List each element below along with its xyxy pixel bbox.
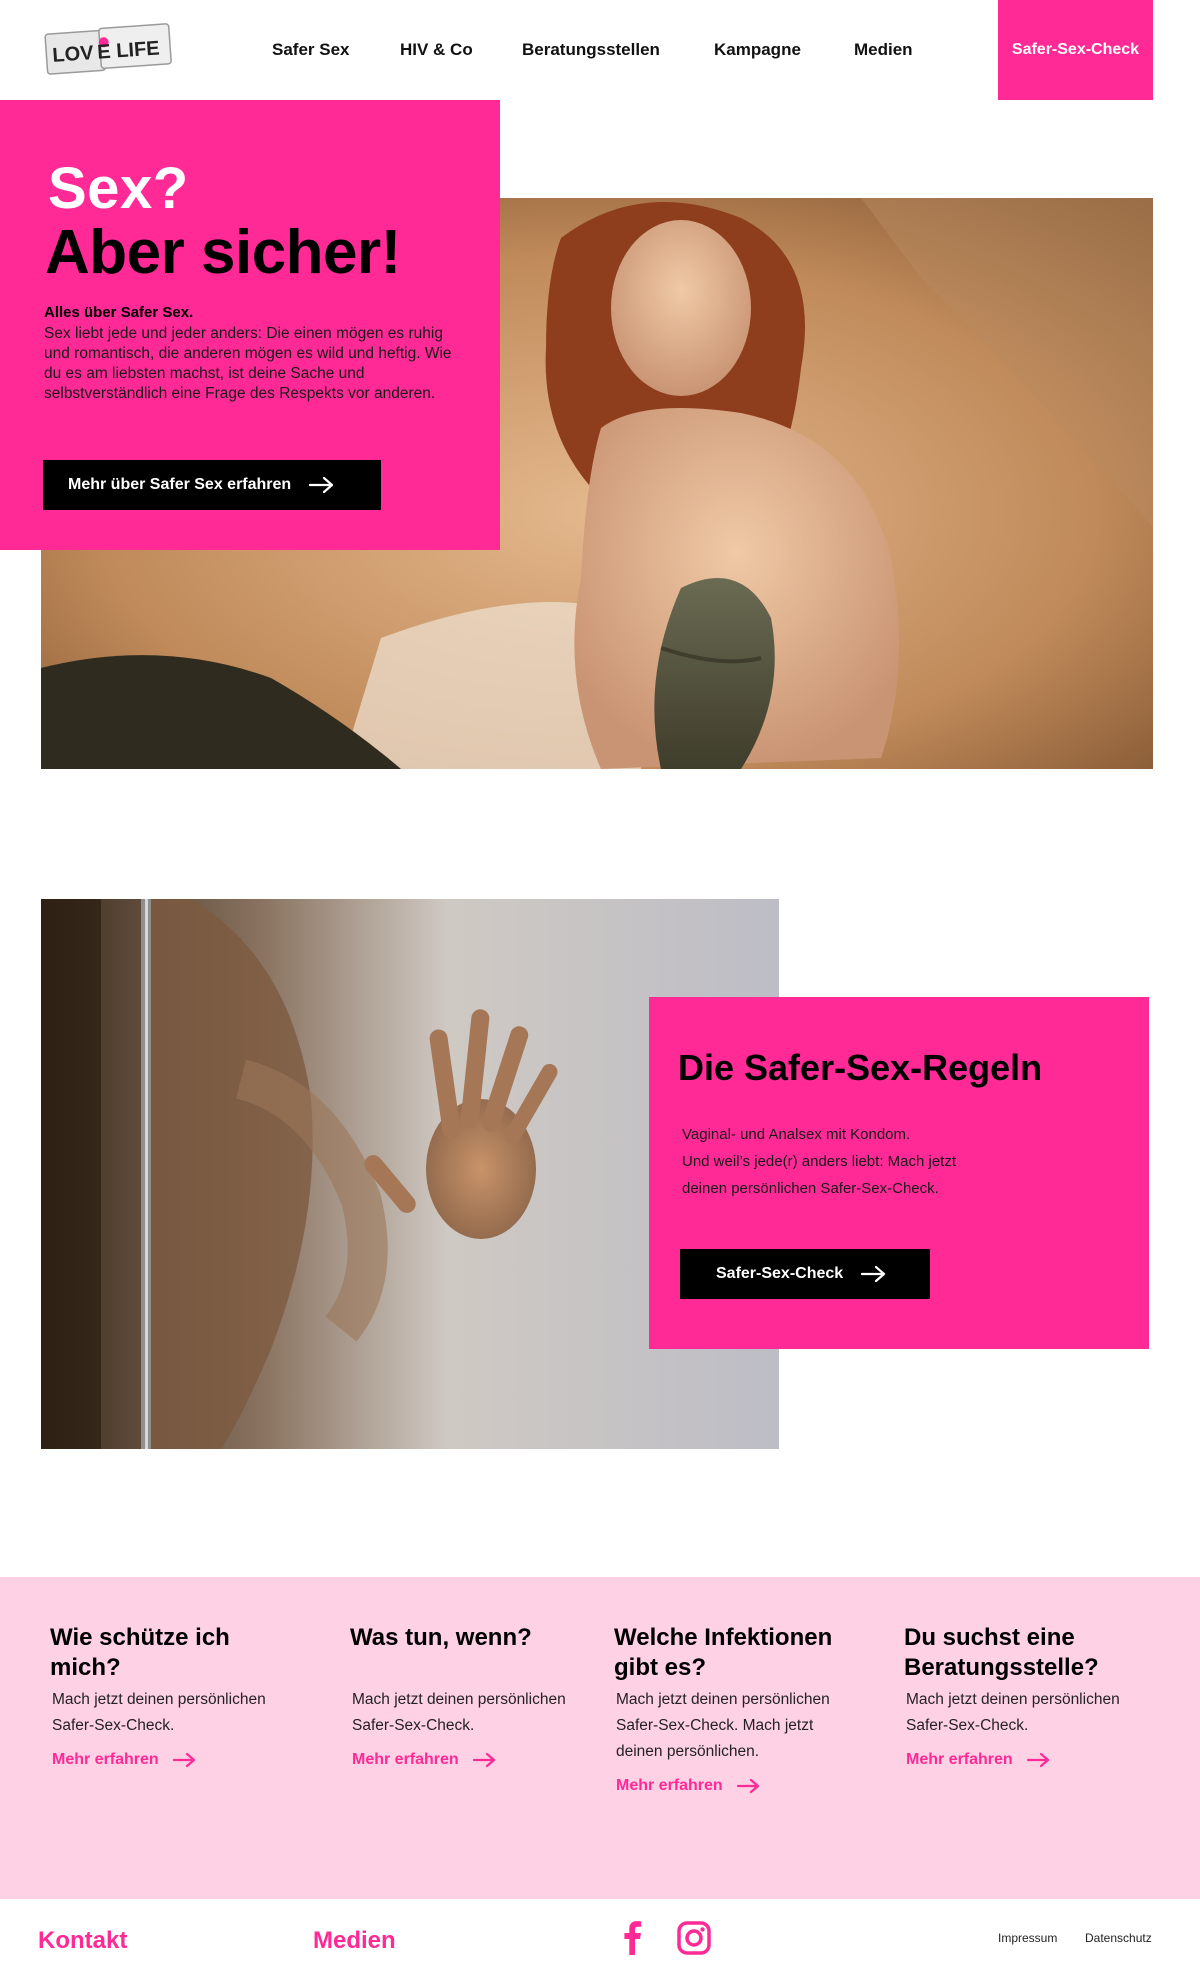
nav-beratungsstellen[interactable]: Beratungsstellen	[522, 40, 660, 60]
info-text: Mach jetzt deinen persönlichen Safer-Sex…	[352, 1691, 566, 1734]
link-label: Mehr erfahren	[52, 1751, 159, 1768]
arrow-right-icon	[472, 1752, 497, 1768]
link-label: Mehr erfahren	[352, 1751, 459, 1768]
hero-card: Sex? Aber sicher! Alles über Safer Sex. …	[0, 100, 500, 550]
info-text: Mach jetzt deinen persönlichen Safer-Sex…	[616, 1691, 830, 1760]
info-text: Mach jetzt deinen persönlichen Safer-Sex…	[52, 1691, 266, 1734]
mehr-erfahren-link[interactable]: Mehr erfahren	[50, 1751, 295, 1769]
safer-sex-check-nav-button[interactable]: Safer-Sex-Check	[998, 0, 1153, 100]
arrow-right-icon	[736, 1778, 761, 1794]
arrow-right-icon	[1026, 1752, 1051, 1768]
arrow-right-icon	[309, 476, 335, 494]
instagram-icon[interactable]	[676, 1919, 712, 1957]
info-text: Mach jetzt deinen persönlichen Safer-Sex…	[906, 1691, 1120, 1734]
link-label: Mehr erfahren	[616, 1777, 723, 1794]
site-header: LOV E LIFE Safer Sex HIV & Co Beratungss…	[0, 0, 1200, 100]
button-label: Safer-Sex-Check	[716, 1265, 844, 1282]
hero-body-text: Sex liebt jede und jeder anders: Die ein…	[44, 325, 452, 402]
rules-title: Die Safer-Sex-Regeln	[678, 1047, 1043, 1088]
svg-text:LOV: LOV	[52, 42, 95, 67]
info-section: Wie schütze ich mich? Mach jetzt deinen …	[0, 1577, 1200, 1899]
arrow-right-icon	[172, 1752, 197, 1768]
info-heading: Wie schütze ich mich?	[50, 1624, 230, 1681]
info-card: Was tun, wenn? Mach jetzt deinen persönl…	[350, 1623, 595, 1769]
arrow-right-icon	[861, 1265, 887, 1283]
rules-line-2: Und weil’s jede(r) anders liebt: Mach je…	[682, 1153, 957, 1197]
nav-medien[interactable]: Medien	[854, 40, 913, 60]
footer-medien-link[interactable]: Medien	[313, 1927, 396, 1955]
safer-sex-rules-card: Die Safer-Sex-Regeln Vaginal- und Analse…	[649, 997, 1149, 1349]
svg-text:E: E	[97, 41, 112, 64]
rules-text: Vaginal- und Analsex mit Kondom. Und wei…	[682, 1121, 1002, 1202]
info-card: Welche Infektionen gibt es? Mach jetzt d…	[614, 1623, 876, 1795]
site-footer: Kontakt Medien Impressum Datenschutz	[0, 1899, 1200, 1988]
link-label: Mehr erfahren	[906, 1751, 1013, 1768]
info-heading: Welche Infektionen gibt es?	[614, 1624, 833, 1681]
nav-kampagne[interactable]: Kampagne	[714, 40, 801, 60]
mehr-ueber-safer-sex-button[interactable]: Mehr über Safer Sex erfahren	[43, 460, 381, 510]
safer-sex-check-button[interactable]: Safer-Sex-Check	[680, 1249, 930, 1299]
rules-line-1: Vaginal- und Analsex mit Kondom.	[682, 1126, 911, 1143]
mehr-erfahren-link[interactable]: Mehr erfahren	[614, 1777, 876, 1795]
hero-subtitle: Alles über Safer Sex.	[44, 304, 194, 321]
info-heading: Was tun, wenn?	[350, 1624, 532, 1651]
footer-kontakt-link[interactable]: Kontakt	[38, 1927, 127, 1955]
mehr-erfahren-link[interactable]: Mehr erfahren	[904, 1751, 1164, 1769]
footer-datenschutz-link[interactable]: Datenschutz	[1085, 1931, 1152, 1945]
button-label: Mehr über Safer Sex erfahren	[68, 476, 292, 493]
nav-safer-sex[interactable]: Safer Sex	[272, 40, 350, 60]
footer-impressum-link[interactable]: Impressum	[998, 1931, 1057, 1945]
facebook-icon[interactable]	[614, 1919, 650, 1957]
svg-text:LIFE: LIFE	[116, 37, 161, 62]
info-heading: Du suchst eine Beratungsstelle?	[904, 1624, 1099, 1681]
nav-hiv-co[interactable]: HIV & Co	[400, 40, 473, 60]
info-card: Wie schütze ich mich? Mach jetzt deinen …	[50, 1623, 295, 1769]
hero-title-line2: Aber sicher!	[45, 218, 401, 287]
hero-title-line1: Sex?	[48, 156, 189, 221]
info-card: Du suchst eine Beratungsstelle? Mach jet…	[904, 1623, 1164, 1769]
mehr-erfahren-link[interactable]: Mehr erfahren	[350, 1751, 595, 1769]
love-life-logo[interactable]: LOV E LIFE	[40, 16, 176, 78]
